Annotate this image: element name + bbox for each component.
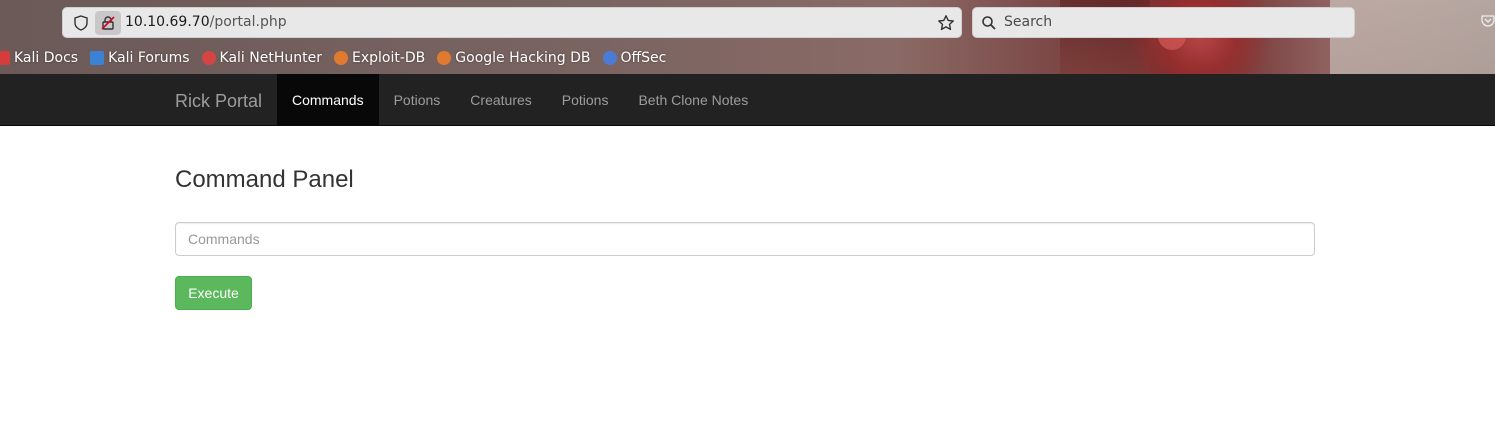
offsec-icon [602, 51, 617, 65]
bookmark-label: Google Hacking DB [455, 50, 591, 66]
search-bar[interactable]: Search [972, 7, 1355, 38]
kali-nethunter-icon [201, 51, 216, 65]
site-navbar: Rick Portal Commands Potions Creatures P… [0, 74, 1495, 126]
nav-menu: Commands Potions Creatures Potions Beth … [277, 74, 763, 125]
execute-button[interactable]: Execute [175, 276, 252, 310]
bookmark-label: OffSec [620, 50, 667, 66]
pocket-icon[interactable] [1481, 14, 1495, 28]
insecure-lock-icon[interactable] [95, 11, 121, 35]
bookmark-star-icon[interactable] [937, 14, 955, 37]
kali-forums-icon [90, 51, 105, 65]
bookmark-label: Kali Forums [108, 50, 190, 66]
nav-item-creatures[interactable]: Creatures [455, 74, 546, 125]
search-icon [982, 16, 996, 30]
exploit-db-icon [333, 51, 348, 65]
page-title: Command Panel [175, 166, 354, 193]
bookmark-label: Kali NetHunter [219, 50, 322, 66]
bookmark-label: Kali Docs [14, 50, 79, 66]
search-placeholder: Search [1004, 14, 1053, 30]
bookmark-label: Exploit-DB [351, 50, 426, 66]
nav-item-commands[interactable]: Commands [277, 74, 379, 125]
bookmark-kali-docs[interactable]: Kali Docs [0, 50, 78, 66]
kali-docs-icon [0, 51, 10, 65]
bookmarks-toolbar: Kali Docs Kali Forums Kali NetHunter Exp… [0, 47, 678, 69]
url-path: /portal.php [209, 14, 287, 30]
bookmark-offsec[interactable]: OffSec [602, 50, 667, 66]
browser-chrome: 10.10.69.70/portal.php Search Kali Docs … [0, 0, 1495, 74]
bookmark-exploit-db[interactable]: Exploit-DB [333, 50, 426, 66]
brand-link[interactable]: Rick Portal [175, 91, 262, 112]
url-text[interactable]: 10.10.69.70/portal.php [125, 14, 287, 30]
ghdb-icon [437, 51, 452, 65]
bookmark-kali-forums[interactable]: Kali Forums [90, 50, 190, 66]
address-bar[interactable]: 10.10.69.70/portal.php [62, 7, 962, 38]
url-host: 10.10.69.70 [125, 14, 210, 30]
nav-item-beth-clone-notes[interactable]: Beth Clone Notes [623, 74, 763, 125]
tracking-shield-icon[interactable] [73, 15, 89, 31]
bookmark-kali-nethunter[interactable]: Kali NetHunter [201, 50, 322, 66]
nav-item-potions[interactable]: Potions [379, 74, 456, 125]
commands-input[interactable] [175, 222, 1315, 256]
bookmark-ghdb[interactable]: Google Hacking DB [437, 50, 591, 66]
nav-item-potions-2[interactable]: Potions [547, 74, 624, 125]
